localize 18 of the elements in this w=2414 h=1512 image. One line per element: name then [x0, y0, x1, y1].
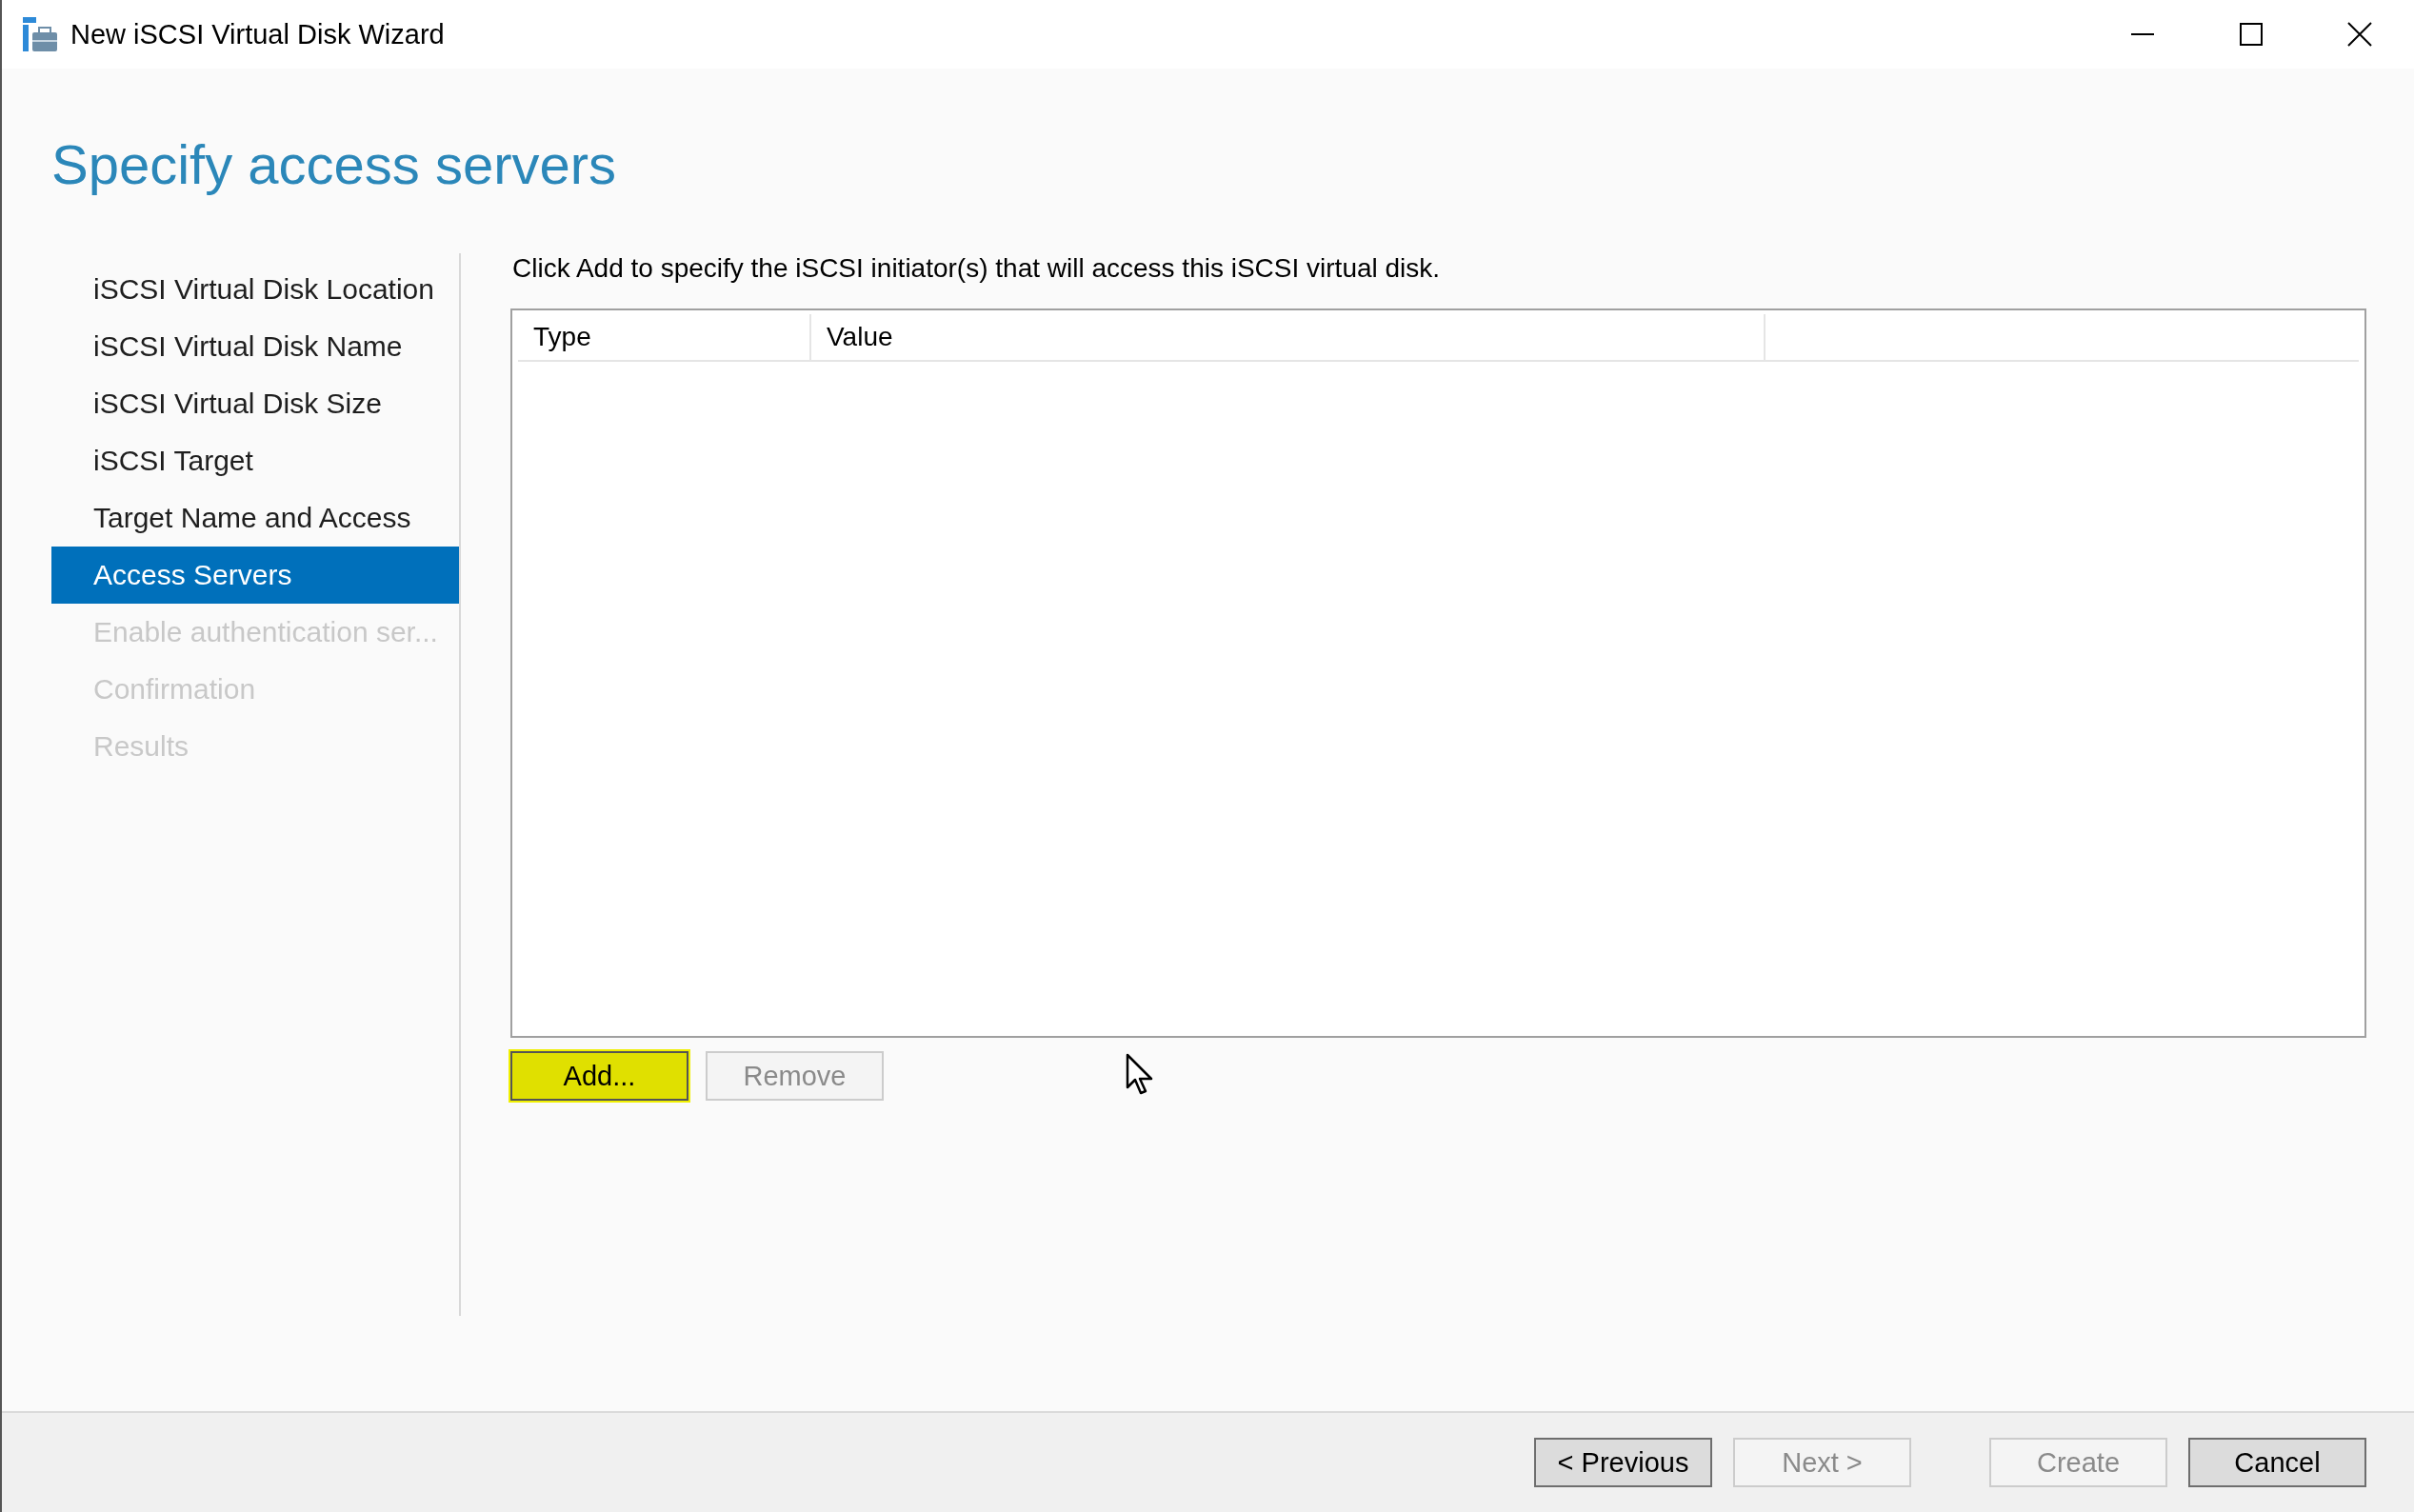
wizard-step[interactable]: Target Name and Access [51, 489, 459, 547]
initiator-list[interactable]: Type Value [510, 308, 2366, 1038]
column-header[interactable]: Value [811, 314, 1766, 360]
cancel-button[interactable]: Cancel [2188, 1438, 2366, 1487]
wizard-step[interactable]: iSCSI Target [51, 432, 459, 489]
minimize-icon [2131, 33, 2154, 35]
column-header[interactable]: Type [518, 314, 811, 360]
maximize-icon [2240, 23, 2263, 46]
wizard-step[interactable]: iSCSI Virtual Disk Size [51, 375, 459, 432]
previous-button[interactable]: < Previous [1534, 1438, 1712, 1487]
instruction-text: Click Add to specify the iSCSI initiator(s) that will access this iSCSI virtual disk. [512, 253, 1442, 284]
close-icon [2347, 22, 2372, 47]
wizard-step[interactable]: iSCSI Virtual Disk Name [51, 318, 459, 375]
wizard-step[interactable]: Access Servers [51, 547, 459, 604]
wizard-step[interactable]: iSCSI Virtual Disk Location [51, 261, 459, 318]
add-button[interactable]: Add... [510, 1051, 688, 1101]
app-icon [23, 17, 57, 51]
window-title: New iSCSI Virtual Disk Wizard [70, 18, 445, 50]
